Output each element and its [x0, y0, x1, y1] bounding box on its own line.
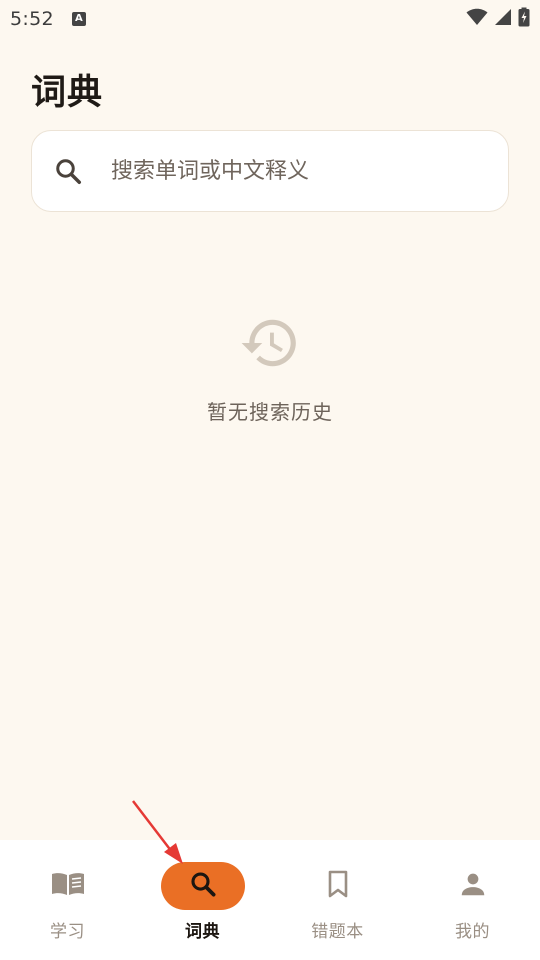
bottom-navigation: 学习 词典 错题本 我的 — [0, 840, 540, 960]
status-right — [466, 7, 530, 31]
person-icon — [458, 869, 488, 903]
nav-item-profile[interactable]: 我的 — [405, 840, 540, 960]
empty-state: 暂无搜索历史 — [0, 312, 540, 425]
battery-charging-icon — [518, 7, 530, 31]
wifi-icon — [466, 8, 488, 30]
nav-label: 学习 — [50, 922, 85, 942]
nav-label: 词典 — [185, 922, 220, 942]
search-box[interactable] — [31, 130, 509, 212]
nav-label: 我的 — [455, 922, 490, 942]
book-icon — [50, 870, 86, 902]
status-left: 5:52 A — [10, 8, 86, 30]
nav-icon-container-active — [160, 862, 245, 910]
bookmark-icon — [325, 869, 351, 903]
nav-icon-container — [296, 862, 380, 910]
nav-item-study[interactable]: 学习 — [0, 840, 135, 960]
search-icon — [52, 155, 84, 187]
status-time: 5:52 — [10, 8, 54, 30]
nav-item-dictionary[interactable]: 词典 — [135, 840, 270, 960]
nav-icon-container — [431, 862, 515, 910]
history-icon — [239, 312, 301, 374]
nav-label: 错题本 — [311, 922, 364, 942]
search-icon — [188, 869, 218, 903]
status-bar: 5:52 A — [0, 0, 540, 38]
empty-state-message: 暂无搜索历史 — [207, 400, 333, 424]
page-title: 词典 — [31, 73, 104, 113]
nav-icon-container — [26, 862, 110, 910]
input-method-icon: A — [71, 12, 86, 26]
cellular-signal-icon — [494, 8, 512, 30]
search-input[interactable] — [109, 157, 473, 185]
nav-item-mistakes[interactable]: 错题本 — [270, 840, 405, 960]
